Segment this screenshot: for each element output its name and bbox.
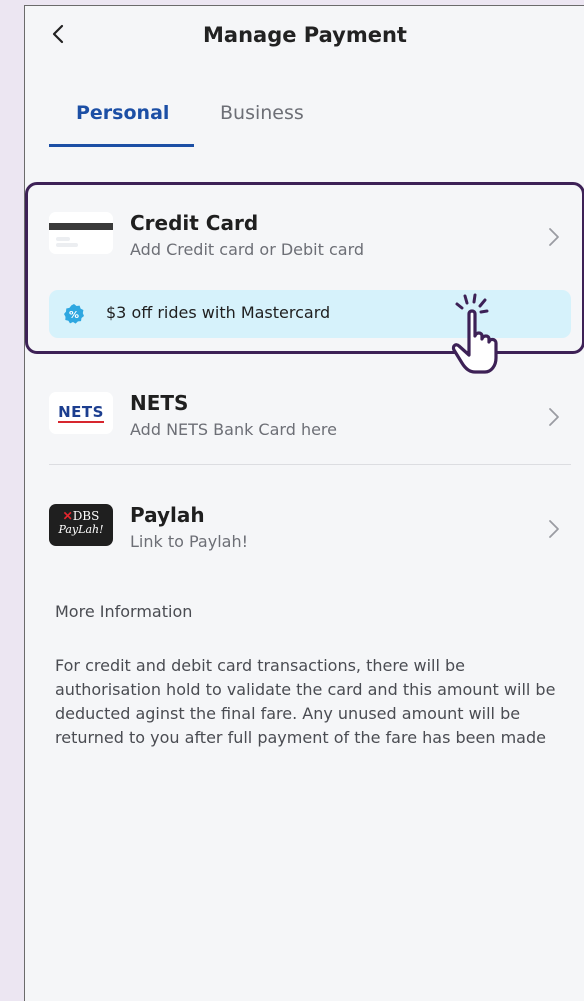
nets-logo-text: NETS [58,403,104,423]
credit-card-subtitle: Add Credit card or Debit card [130,240,365,259]
payment-method-nets[interactable]: NETS NETS Add NETS Bank Card here [25,382,584,454]
active-tab-indicator [49,144,194,147]
page-title: Manage Payment [203,23,407,47]
tab-business[interactable]: Business [220,102,304,124]
payment-screen: Manage Payment Personal Business Credit … [24,5,584,1001]
paylah-logo-text: PayLah! [58,523,104,536]
dbs-paylah-logo: ✕DBS PayLah! [49,504,113,546]
more-information-heading: More Information [55,602,193,621]
top-bar: Manage Payment [25,6,584,66]
percent-badge-icon: % [64,304,84,324]
nets-title: NETS [130,391,189,415]
nets-logo: NETS [49,392,113,434]
promo-text: $3 off rides with Mastercard [106,303,331,322]
tab-bar: Personal Business [25,102,584,148]
svg-text:%: % [69,310,79,321]
tab-personal[interactable]: Personal [76,102,169,124]
tap-hand-icon [451,293,498,374]
payment-method-credit-card[interactable]: Credit Card Add Credit card or Debit car… [25,202,584,272]
nets-subtitle: Add NETS Bank Card here [130,420,337,439]
paylah-title: Paylah [130,503,205,527]
more-information-body: For credit and debit card transactions, … [55,656,556,747]
chevron-right-icon [549,408,559,426]
paylah-subtitle: Link to Paylah! [130,532,249,551]
payment-method-paylah[interactable]: ✕DBS PayLah! Paylah Link to Paylah! [25,494,584,566]
divider [49,464,571,465]
chevron-right-icon [549,520,559,538]
card-icon [49,212,113,254]
chevron-right-icon [549,228,559,246]
credit-card-title: Credit Card [130,211,259,235]
dbs-logo-text: DBS [72,509,100,523]
